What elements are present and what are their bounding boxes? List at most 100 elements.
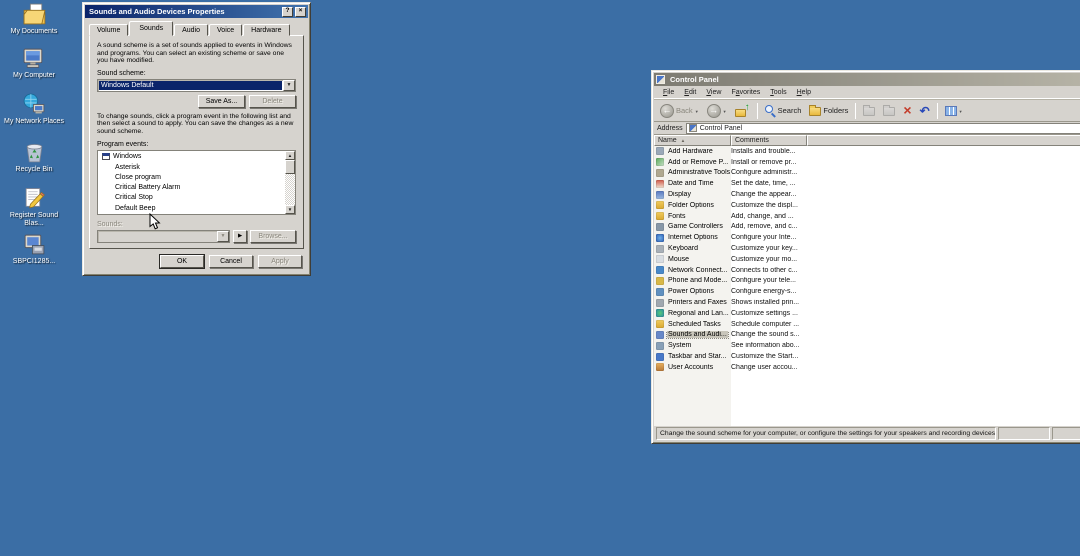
desktop-icon-register-sound-blaster[interactable]: Register Sound Blas... [2, 186, 66, 228]
cp-titlebar[interactable]: Control Panel [654, 73, 1080, 86]
windows-group-icon [102, 153, 110, 160]
column-header-comments[interactable]: Comments [731, 135, 807, 146]
scroll-thumb[interactable] [285, 160, 295, 174]
status-bar: Change the sound scheme for your compute… [654, 426, 1080, 441]
table-row-network-connections[interactable]: Network Connect...Connects to other c... [654, 265, 1080, 276]
item-name: Folder Options [667, 202, 715, 209]
desktop-icon-my-network-places[interactable]: My Network Places [2, 92, 66, 126]
table-row-printers-faxes[interactable]: Printers and FaxesShows installed prin..… [654, 297, 1080, 308]
table-row-scheduled-tasks[interactable]: Scheduled TasksSchedule computer ... [654, 319, 1080, 330]
desktop-icon-label: My Network Places [4, 118, 64, 126]
sounds-select[interactable] [97, 230, 230, 243]
copy-to-button[interactable] [880, 103, 898, 118]
my-computer-icon [22, 46, 47, 71]
tab-volume[interactable]: Volume [89, 24, 128, 36]
column-header-name[interactable]: Name ▲ [654, 135, 731, 146]
desktop-icon-sbpci-setup[interactable]: SBPCI1285... [2, 232, 66, 266]
scrollbar[interactable] [285, 151, 295, 214]
sound-scheme-select[interactable]: Windows Default [97, 79, 296, 92]
play-sound-button[interactable]: ▶ [233, 230, 247, 243]
forward-dropdown-icon[interactable] [723, 106, 727, 115]
program-event-item[interactable]: Windows [98, 152, 285, 162]
scroll-up-icon[interactable] [285, 151, 295, 160]
scroll-down-icon[interactable] [285, 205, 295, 214]
table-row-regional-language[interactable]: Regional and Lan...Customize settings ..… [654, 308, 1080, 319]
table-row-add-hardware[interactable]: Add HardwareInstalls and trouble... [654, 146, 1080, 157]
move-to-button[interactable] [860, 103, 878, 118]
save-as-button[interactable]: Save As... [198, 95, 245, 108]
network-connections-icon [656, 266, 664, 274]
table-row-internet-options[interactable]: Internet OptionsConfigure your Inte... [654, 232, 1080, 243]
help-button[interactable]: ? [282, 7, 293, 17]
add-hardware-icon [656, 147, 664, 155]
table-row-power-options[interactable]: Power OptionsConfigure energy-s... [654, 286, 1080, 297]
program-event-item[interactable]: Critical Battery Alarm [98, 182, 285, 192]
item-comment: Add, change, and ... [731, 213, 794, 220]
folders-button[interactable]: Folders [806, 103, 851, 118]
up-button[interactable] [732, 102, 753, 120]
table-row-game-controllers[interactable]: Game ControllersAdd, remove, and c... [654, 222, 1080, 233]
browse-button[interactable]: Browse... [250, 230, 296, 243]
views-button[interactable] [942, 104, 966, 118]
dialog-title: Sounds and Audio Devices Properties [87, 7, 280, 16]
menu-favorites[interactable]: Favorites [726, 89, 765, 96]
back-dropdown-icon[interactable] [695, 106, 699, 115]
toolbar: Back Search Folders [654, 99, 1080, 122]
table-row-folder-options[interactable]: Folder OptionsCustomize the displ... [654, 200, 1080, 211]
close-button[interactable]: × [295, 7, 306, 17]
tab-audio[interactable]: Audio [174, 24, 208, 36]
cancel-button[interactable]: Cancel [209, 255, 253, 268]
table-row-fonts[interactable]: FontsAdd, change, and ... [654, 211, 1080, 222]
delete-button-toolbar[interactable] [900, 102, 914, 119]
item-name: User Accounts [667, 364, 714, 371]
table-row-administrative-tools[interactable]: Administrative ToolsConfigure administr.… [654, 168, 1080, 179]
table-row-sounds-audio[interactable]: Sounds and Audi...Change the sound s... [654, 330, 1080, 341]
table-row-phone-modem[interactable]: Phone and Mode...Configure your tele... [654, 276, 1080, 287]
views-dropdown-icon[interactable] [959, 106, 963, 115]
menu-tools[interactable]: Tools [765, 89, 791, 96]
delete-button[interactable]: Delete [249, 95, 296, 108]
program-events-items: WindowsAsteriskClose programCritical Bat… [98, 151, 285, 214]
up-folder-icon [735, 104, 750, 118]
desktop-icon-recycle-bin[interactable]: Recycle Bin [2, 140, 66, 174]
search-button[interactable]: Search [762, 103, 805, 118]
forward-button[interactable] [704, 102, 730, 120]
sounds-audio-icon [656, 331, 664, 339]
menu-help[interactable]: Help [792, 89, 816, 96]
apply-button[interactable]: Apply [258, 255, 302, 268]
ok-button[interactable]: OK [160, 255, 204, 268]
item-comment: Add, remove, and c... [731, 223, 798, 230]
item-comment: Installs and trouble... [731, 148, 796, 155]
program-event-item[interactable]: Close program [98, 172, 285, 182]
menu-file[interactable]: File [658, 89, 679, 96]
item-comment: Customize your key... [731, 245, 798, 252]
table-row-date-time[interactable]: Date and TimeSet the date, time, ... [654, 178, 1080, 189]
add-remove-programs-icon [656, 158, 664, 166]
desktop-icon-my-computer[interactable]: My Computer [2, 46, 66, 80]
scroll-track[interactable] [285, 174, 295, 205]
table-row-keyboard[interactable]: KeyboardCustomize your key... [654, 243, 1080, 254]
table-row-display[interactable]: DisplayChange the appear... [654, 189, 1080, 200]
tab-voice[interactable]: Voice [209, 24, 242, 36]
program-event-item[interactable]: Critical Stop [98, 193, 285, 203]
chevron-down-icon[interactable] [217, 231, 229, 242]
desktop-icon-my-documents[interactable]: My Documents [2, 2, 66, 36]
program-events-listbox[interactable]: WindowsAsteriskClose programCritical Bat… [97, 150, 296, 215]
table-row-system[interactable]: SystemSee information abo... [654, 340, 1080, 351]
address-input[interactable]: Control Panel [686, 123, 1080, 134]
tab-sounds[interactable]: Sounds [129, 21, 173, 36]
table-row-user-accounts[interactable]: User AccountsChange user accou... [654, 362, 1080, 373]
table-row-mouse[interactable]: MouseCustomize your mo... [654, 254, 1080, 265]
program-event-item[interactable]: Asterisk [98, 162, 285, 172]
menu-edit[interactable]: Edit [679, 89, 701, 96]
dialog-titlebar[interactable]: Sounds and Audio Devices Properties ? × [85, 5, 308, 18]
table-row-add-remove-programs[interactable]: Add or Remove P...Install or remove pr..… [654, 157, 1080, 168]
tab-hardware[interactable]: Hardware [243, 24, 289, 36]
program-event-item[interactable]: Default Beep [98, 203, 285, 213]
back-button[interactable]: Back [657, 102, 702, 120]
menu-view[interactable]: View [701, 89, 726, 96]
table-row-taskbar-start[interactable]: Taskbar and Star...Customize the Start..… [654, 351, 1080, 362]
chevron-down-icon[interactable] [283, 80, 295, 91]
undo-button[interactable] [917, 103, 933, 119]
my-documents-icon [22, 2, 47, 27]
